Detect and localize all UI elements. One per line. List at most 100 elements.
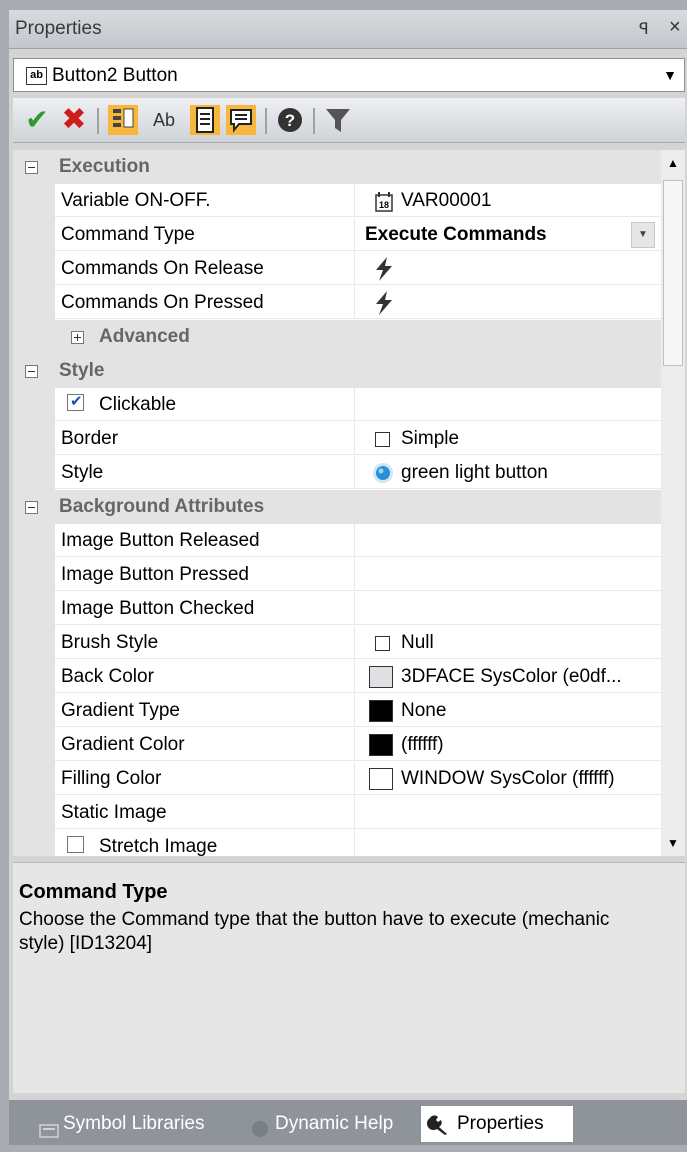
expand-icon[interactable] <box>71 331 84 344</box>
property-row-filling-color[interactable]: Filling Color WINDOW SysColor (ffffff) <box>13 762 661 796</box>
back-color-value: 3DFACE SysColor (e0df... <box>401 666 622 687</box>
property-grid: Execution Variable ON-OFF. 18 VAR00001 C… <box>13 150 661 856</box>
toolbar-separator <box>97 108 99 134</box>
object-selector[interactable]: ab Button2 Button ▼ <box>13 58 685 92</box>
property-row-variable[interactable]: Variable ON-OFF. 18 VAR00001 <box>13 184 661 218</box>
category-title: Style <box>59 360 105 381</box>
scroll-thumb[interactable] <box>663 180 683 366</box>
events-icon[interactable] <box>225 104 257 136</box>
property-row-brush-style[interactable]: Brush Style Null <box>13 626 661 660</box>
collapse-icon[interactable] <box>25 365 38 378</box>
property-row-border[interactable]: Border Simple <box>13 422 661 456</box>
property-row-image-checked[interactable]: Image Button Checked <box>13 592 661 626</box>
brush-icon <box>375 636 390 651</box>
command-type-select[interactable]: Execute Commands ▼ <box>355 218 661 251</box>
property-value[interactable] <box>355 558 661 591</box>
property-label: Brush Style <box>61 632 159 653</box>
property-label: Static Image <box>61 802 167 823</box>
property-row-commands-pressed[interactable]: Commands On Pressed <box>13 286 661 320</box>
button-type-icon: ab <box>26 67 47 85</box>
category-execution[interactable]: Execution <box>13 150 661 184</box>
property-value[interactable]: None <box>355 694 661 727</box>
property-value[interactable]: WINDOW SysColor (ffffff) <box>355 762 661 795</box>
bottom-tab-strip: Symbol Libraries Dynamic Help Properties <box>9 1100 687 1145</box>
lightning-icon <box>373 256 395 288</box>
help-icon[interactable]: ? <box>275 104 305 136</box>
filling-color-value: WINDOW SysColor (ffffff) <box>401 768 615 789</box>
property-row-static-image[interactable]: Static Image <box>13 796 661 830</box>
category-title: Execution <box>59 156 150 177</box>
property-value[interactable] <box>355 286 661 319</box>
description-body: Choose the Command type that the button … <box>19 909 610 954</box>
border-value: Simple <box>401 428 460 449</box>
property-value[interactable]: Null <box>355 626 661 659</box>
property-label: Commands On Release <box>61 258 264 279</box>
property-value[interactable] <box>355 592 661 625</box>
pin-icon[interactable]: ꟼ <box>639 19 649 39</box>
property-value[interactable] <box>355 252 661 285</box>
collapse-icon[interactable] <box>25 161 38 174</box>
check-icon[interactable]: ✔ <box>23 104 51 136</box>
property-value[interactable] <box>355 796 661 829</box>
scroll-up-icon[interactable]: ▲ <box>661 150 685 176</box>
tab-symbol-libraries[interactable]: Symbol Libraries <box>31 1106 241 1142</box>
filter-icon[interactable] <box>323 104 353 136</box>
tab-dynamic-help[interactable]: Dynamic Help <box>247 1106 417 1142</box>
scroll-down-icon[interactable]: ▼ <box>661 830 685 856</box>
chevron-down-icon[interactable]: ▼ <box>658 61 682 89</box>
collapse-icon[interactable] <box>25 501 38 514</box>
property-value[interactable]: Simple <box>355 422 661 455</box>
toolbar: ✔ ✖ Ab ? <box>13 98 685 143</box>
property-value[interactable]: 3DFACE SysColor (e0df... <box>355 660 661 693</box>
description-title: Command Type <box>19 881 168 903</box>
category-advanced[interactable]: Advanced <box>13 320 661 354</box>
property-value[interactable]: green light button <box>355 456 661 489</box>
property-row-image-pressed[interactable]: Image Button Pressed <box>13 558 661 592</box>
property-label: Command Type <box>61 224 195 245</box>
category-title: Background Attributes <box>59 496 265 517</box>
property-value[interactable]: 18 VAR00001 <box>355 184 661 217</box>
gradient-color-value: (ffffff) <box>401 734 444 755</box>
border-icon <box>375 432 390 447</box>
category-background-attributes[interactable]: Background Attributes <box>13 490 661 524</box>
category-style[interactable]: Style <box>13 354 661 388</box>
property-row-command-type[interactable]: Command Type Execute Commands ▼ <box>13 218 661 252</box>
property-label: Clickable <box>99 394 177 415</box>
color-swatch <box>369 768 393 790</box>
vertical-scrollbar[interactable]: ▲ ▼ <box>661 150 685 856</box>
property-value[interactable]: (ffffff) <box>355 728 661 761</box>
property-label: Stretch Image <box>99 836 218 856</box>
property-row-commands-release[interactable]: Commands On Release <box>13 252 661 286</box>
property-row-gradient-type[interactable]: Gradient Type None <box>13 694 661 728</box>
property-row-image-released[interactable]: Image Button Released <box>13 524 661 558</box>
sort-alphabetical-icon[interactable]: Ab <box>147 104 181 136</box>
cross-icon[interactable]: ✖ <box>59 104 89 136</box>
property-label: Variable ON-OFF. <box>61 190 211 211</box>
property-row-gradient-color[interactable]: Gradient Color (ffffff) <box>13 728 661 762</box>
color-swatch <box>369 734 393 756</box>
variable-value: VAR00001 <box>401 190 492 211</box>
tab-label: Properties <box>457 1113 544 1134</box>
clickable-checkbox[interactable] <box>67 392 84 411</box>
property-row-back-color[interactable]: Back Color 3DFACE SysColor (e0df... <box>13 660 661 694</box>
property-row-clickable[interactable]: Clickable <box>13 388 661 422</box>
property-label: Filling Color <box>61 768 162 789</box>
property-pages-icon[interactable] <box>189 104 221 136</box>
properties-panel: Properties ꟼ × ab Button2 Button ▼ ✔ ✖ A… <box>9 10 687 1100</box>
close-icon[interactable]: × <box>669 16 681 39</box>
property-row-stretch-image[interactable]: Stretch Image <box>13 830 661 856</box>
property-label: Border <box>61 428 119 449</box>
category-title: Advanced <box>99 326 190 347</box>
property-label: Image Button Checked <box>61 598 255 619</box>
chevron-down-icon[interactable]: ▼ <box>631 222 655 248</box>
svg-text:18: 18 <box>379 200 389 210</box>
property-label: Back Color <box>61 666 154 687</box>
property-row-style[interactable]: Style green light button <box>13 456 661 490</box>
stretch-image-checkbox[interactable] <box>67 836 84 853</box>
tab-label: Dynamic Help <box>275 1113 394 1134</box>
property-label: Gradient Color <box>61 734 185 755</box>
tab-properties[interactable]: Properties <box>421 1106 573 1142</box>
categorized-view-icon[interactable] <box>107 104 139 136</box>
style-value: green light button <box>401 462 548 483</box>
property-value[interactable] <box>355 524 661 557</box>
